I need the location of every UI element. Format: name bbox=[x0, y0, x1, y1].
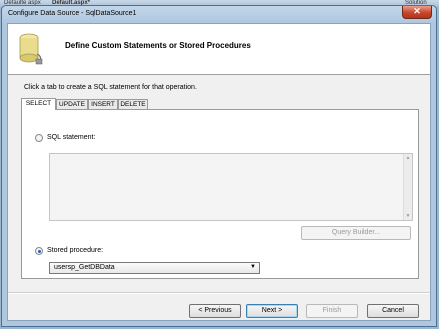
sql-statement-label: SQL statement: bbox=[47, 134, 96, 141]
stored-procedure-value: usersp_GetDBData bbox=[54, 264, 115, 271]
tab-delete[interactable]: DELETE bbox=[118, 99, 148, 109]
footer-separator bbox=[8, 292, 430, 294]
wizard-header: Define Custom Statements or Stored Proce… bbox=[8, 24, 430, 75]
select-tab-panel: SQL statement: ▲ ▼ Query Builder... Stor… bbox=[21, 109, 419, 279]
tab-update[interactable]: UPDATE bbox=[56, 99, 88, 109]
stored-procedure-radio[interactable] bbox=[35, 247, 43, 255]
instruction-text: Click a tab to create a SQL statement fo… bbox=[24, 84, 197, 91]
configure-data-source-dialog: Configure Data Source - SqlDataSource1 ✕… bbox=[1, 5, 437, 327]
tab-select[interactable]: SELECT bbox=[21, 98, 56, 110]
scroll-up-arrow-icon[interactable]: ▲ bbox=[404, 154, 412, 162]
stored-procedure-dropdown[interactable]: usersp_GetDBData ▼ bbox=[49, 262, 260, 274]
finish-button[interactable]: Finish bbox=[306, 304, 358, 318]
sql-statement-radio[interactable] bbox=[35, 134, 43, 142]
close-icon: ✕ bbox=[413, 6, 421, 16]
dialog-client-area: Define Custom Statements or Stored Proce… bbox=[7, 23, 431, 321]
stored-procedure-label: Stored procedure: bbox=[47, 247, 104, 254]
window-title: Configure Data Source - SqlDataSource1 bbox=[8, 10, 137, 17]
next-button[interactable]: Next > bbox=[246, 304, 298, 318]
sql-statement-textarea[interactable]: ▲ ▼ bbox=[49, 153, 413, 221]
cancel-button[interactable]: Cancel bbox=[367, 304, 419, 318]
database-icon bbox=[19, 33, 43, 65]
chevron-down-icon: ▼ bbox=[250, 264, 256, 270]
close-button[interactable]: ✕ bbox=[402, 6, 432, 19]
previous-button[interactable]: < Previous bbox=[189, 304, 241, 318]
tab-insert[interactable]: INSERT bbox=[88, 99, 118, 109]
scroll-down-arrow-icon[interactable]: ▼ bbox=[404, 212, 412, 220]
sql-statement-scrollbar[interactable]: ▲ ▼ bbox=[403, 154, 412, 220]
page-title: Define Custom Statements or Stored Proce… bbox=[65, 41, 251, 50]
query-builder-button[interactable]: Query Builder... bbox=[301, 226, 411, 240]
